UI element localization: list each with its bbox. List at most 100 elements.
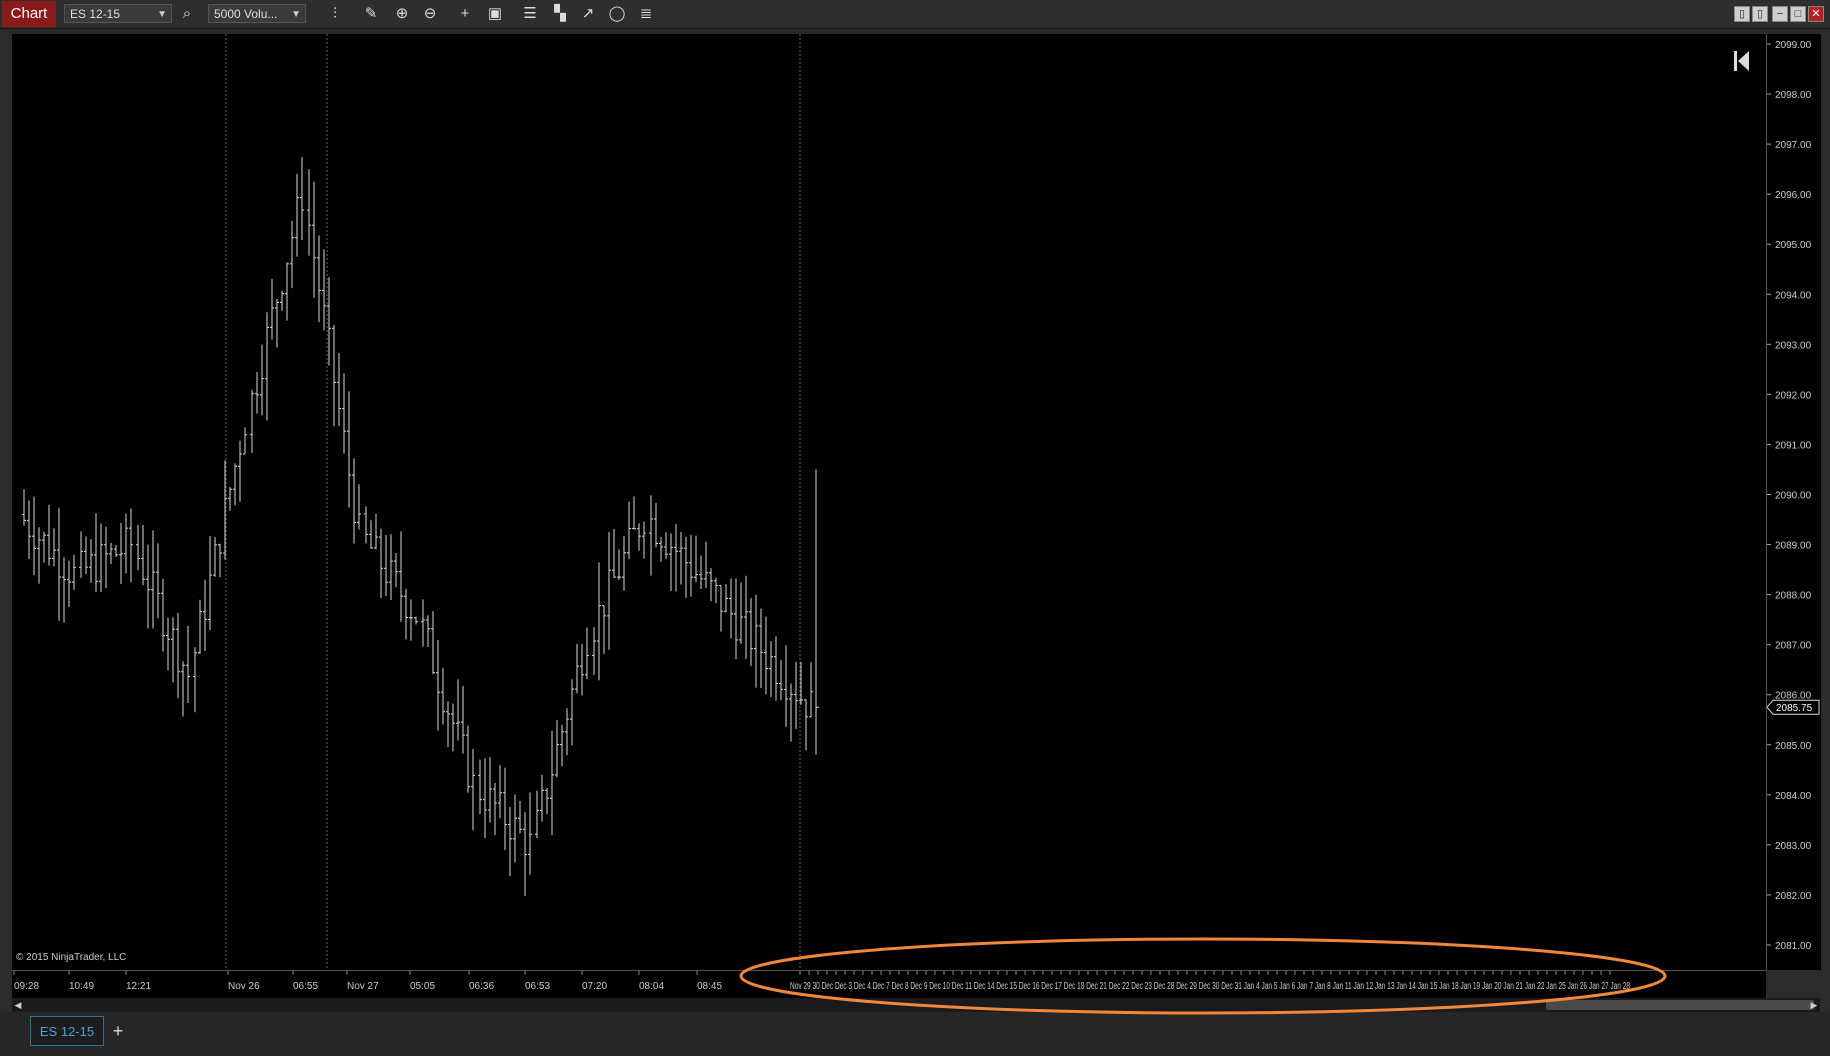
price-label: 2094.00 — [1775, 290, 1812, 301]
ohlc-bar — [238, 440, 242, 502]
scroll-thumb[interactable] — [1546, 1000, 1814, 1010]
price-bars-svg: © 2015 NinjaTrader, LLC — [16, 34, 1749, 970]
current-price-label: 2085.75 — [1776, 703, 1813, 714]
chart-plot-area[interactable]: © 2015 NinjaTrader, LLC — [12, 34, 1766, 970]
ohlc-bar — [104, 526, 108, 589]
ohlc-bar — [47, 504, 51, 566]
ohlc-bar — [769, 641, 773, 697]
ohlc-bar — [275, 298, 279, 348]
ohlc-bar — [617, 549, 621, 580]
instrument-selector[interactable]: ES 12-15 ▼ — [64, 4, 172, 23]
ohlc-bar — [461, 685, 465, 754]
ohlc-bar — [466, 725, 470, 793]
bars-icon[interactable]: ⫶ — [325, 4, 345, 24]
ohlc-bar — [364, 506, 368, 544]
ohlc-bar — [99, 523, 103, 592]
ohlc-bar — [42, 531, 46, 563]
ohlc-bar — [441, 667, 445, 725]
ohlc-bar — [734, 578, 738, 660]
ohlc-bar — [327, 277, 331, 366]
ohlc-bar — [161, 578, 165, 652]
ohlc-bar — [119, 523, 123, 584]
ohlc-bar — [67, 560, 71, 607]
ohlc-bar — [478, 759, 482, 815]
list-icon[interactable]: ≣ — [636, 4, 656, 24]
ohlc-bar — [694, 535, 698, 583]
future-date-labels: Nov 29 30 Dec Dec 3 Dec 4 Dec 7 Dec 8 De… — [790, 981, 1630, 992]
ohlc-bar — [689, 534, 693, 597]
layout-icon[interactable]: ▯ — [1734, 6, 1750, 22]
ohlc-bar — [739, 582, 743, 644]
ohlc-bar — [580, 644, 584, 696]
price-label: 2098.00 — [1775, 90, 1812, 101]
ohlc-bar — [300, 157, 304, 240]
price-label: 2081.00 — [1775, 941, 1812, 952]
drawing-tools-icon[interactable]: ▚ — [550, 4, 570, 24]
strategies-icon[interactable]: ↗ — [578, 4, 598, 24]
ohlc-bar — [759, 608, 763, 689]
price-axis[interactable]: 2099.00 2098.00 2097.00 2096.00 2095.00 2094.… — [1766, 34, 1821, 970]
layout-alt-icon[interactable]: ▯ — [1752, 6, 1768, 22]
ohlc-bar — [404, 588, 408, 640]
ohlc-bar — [431, 611, 435, 675]
go-to-end-icon[interactable] — [1734, 51, 1749, 71]
scroll-left-icon[interactable]: ◀ — [12, 998, 24, 1012]
price-label: 2084.00 — [1775, 791, 1812, 802]
indicators-icon[interactable]: ◯ — [607, 4, 627, 24]
ohlc-bar — [774, 636, 778, 701]
chart-tab[interactable]: Chart — [2, 1, 56, 27]
ohlc-bar — [632, 496, 636, 530]
ohlc-bar — [535, 790, 539, 839]
zoom-in-icon[interactable]: ⊕ — [392, 4, 412, 24]
ohlc-bar — [374, 513, 378, 550]
time-label: 06:36 — [469, 981, 494, 992]
ohlc-bar — [471, 748, 475, 831]
ohlc-bar — [414, 616, 418, 625]
ohlc-bar — [654, 503, 658, 548]
ohlc-bar — [451, 703, 455, 752]
ohlc-bar — [307, 169, 311, 256]
ohlc-bar — [729, 578, 733, 639]
ohlc-bar — [32, 496, 36, 576]
ohlc-bar — [357, 484, 361, 530]
ohlc-bar — [369, 520, 373, 549]
ohlc-bar — [679, 532, 683, 585]
chevron-down-icon: ▼ — [157, 9, 167, 20]
maximize-button[interactable]: □ — [1790, 6, 1806, 22]
time-axis[interactable]: 09:28 10:49 12:21 Nov 26 06:55 Nov 27 05:05 06:… — [12, 970, 1766, 999]
ohlc-bar — [260, 344, 264, 416]
ohlc-bar — [664, 532, 668, 559]
time-label: 09:28 — [14, 981, 39, 992]
minimize-button[interactable]: − — [1772, 6, 1788, 22]
zoom-out-icon[interactable]: ⊖ — [420, 4, 440, 24]
price-label: 2083.00 — [1775, 841, 1812, 852]
tab-es-12-15[interactable]: ES 12-15 — [30, 1016, 104, 1046]
horizontal-scrollbar[interactable]: ◀ ▶ — [12, 998, 1820, 1012]
search-icon[interactable]: ⌕ — [177, 4, 197, 24]
ohlc-bar — [394, 553, 398, 588]
data-box-icon[interactable]: ▣ — [485, 4, 505, 24]
ohlc-bar — [312, 181, 316, 298]
ohlc-bar — [337, 352, 341, 427]
ohlc-bar — [744, 575, 748, 659]
ohlc-bar — [704, 541, 708, 588]
scroll-right-icon[interactable]: ▶ — [1808, 998, 1820, 1012]
close-button[interactable]: ✕ — [1808, 6, 1824, 22]
crosshair-icon[interactable]: + — [455, 4, 475, 24]
ohlc-bar — [794, 661, 798, 730]
ohlc-bar — [498, 765, 502, 819]
ohlc-bar — [779, 660, 783, 701]
ohlc-bar — [208, 535, 212, 630]
add-tab-button[interactable]: + — [108, 1020, 128, 1042]
ohlc-bar — [513, 794, 517, 863]
ohlc-bar — [446, 701, 450, 747]
bar-type-selector[interactable]: 5000 Volu... ▼ — [208, 4, 306, 23]
ohlc-bar — [156, 543, 160, 619]
pencil-icon[interactable]: ✎ — [361, 4, 381, 24]
ohlc-bar — [528, 792, 532, 875]
ohlc-bar — [749, 598, 753, 666]
ohlc-bar — [114, 544, 118, 557]
properties-icon[interactable]: ☰ — [520, 4, 540, 24]
ohlc-bar — [699, 555, 703, 590]
ohlc-bar — [436, 639, 440, 731]
